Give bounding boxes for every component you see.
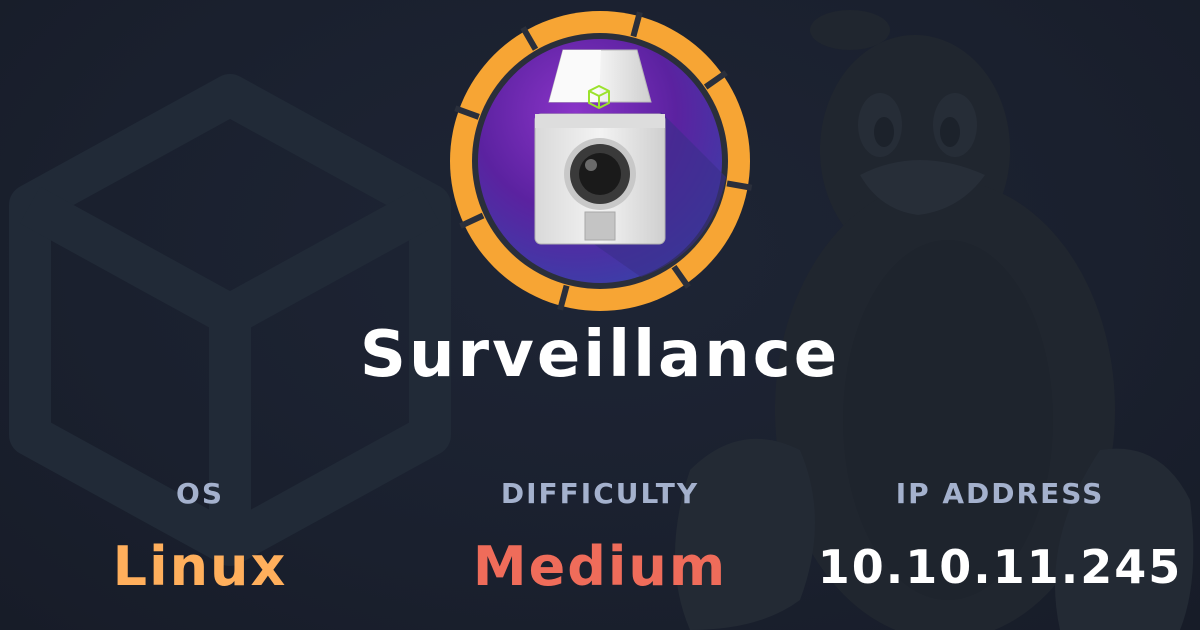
ip-label: IP ADDRESS xyxy=(895,477,1105,510)
machine-card: Surveillance OS Linux DIFFICULTY Medium … xyxy=(0,0,1200,630)
ip-stat: IP ADDRESS 10.10.11.245 xyxy=(800,474,1200,600)
ip-value: 10.10.11.245 xyxy=(817,540,1183,594)
machine-name: Surveillance xyxy=(359,318,841,392)
machine-avatar xyxy=(450,11,753,311)
difficulty-label: DIFFICULTY xyxy=(500,477,700,510)
os-value: Linux xyxy=(112,535,288,598)
difficulty-value: Medium xyxy=(472,535,728,598)
os-stat: OS Linux xyxy=(0,474,400,600)
os-label: OS xyxy=(176,477,224,510)
difficulty-stat: DIFFICULTY Medium xyxy=(400,474,800,600)
